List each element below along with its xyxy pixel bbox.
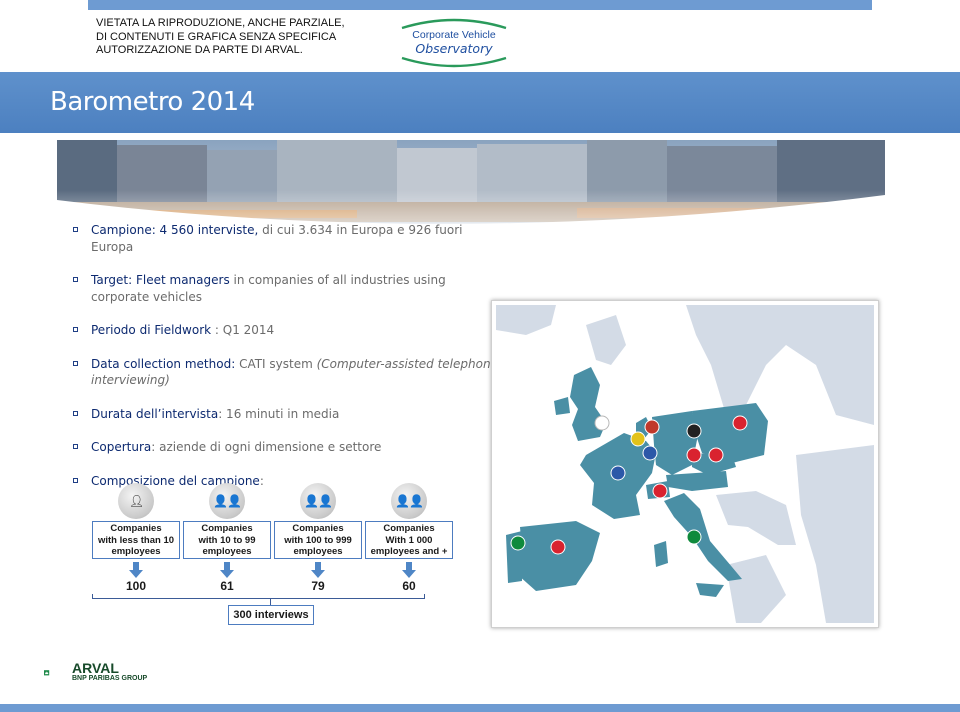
down-arrow-icon xyxy=(402,562,416,578)
slide-title: Barometro 2014 xyxy=(50,87,255,117)
total-interviews-box: 300 interviews xyxy=(228,605,314,625)
europe-map xyxy=(491,300,879,628)
disclaimer-line: AUTORIZZAZIONE DA PARTE DI ARVAL. xyxy=(96,44,303,56)
bullet-text: : Q1 2014 xyxy=(211,323,275,337)
segment-line: Companies xyxy=(383,523,435,534)
bullet-marker-icon xyxy=(73,360,78,366)
bullet-key: Copertura xyxy=(91,440,152,454)
bracket-line xyxy=(424,594,425,599)
bullet-text: : 16 minuti in media xyxy=(218,406,340,421)
copyright-disclaimer: VIETATA LA RIPRODUZIONE, ANCHE PARZIALE,… xyxy=(96,17,376,58)
bullet-method: Data collection method: CATI system (Com… xyxy=(73,356,503,389)
down-arrow-icon xyxy=(129,562,143,578)
segment-box: Companies with 10 to 99 employees xyxy=(183,521,271,559)
segment-line: employees and + xyxy=(370,546,448,557)
bullet-marker-icon xyxy=(73,227,78,232)
down-arrow-icon xyxy=(311,562,325,578)
segment-line: Companies xyxy=(201,523,253,534)
segment-line: With 1 000 xyxy=(385,534,433,546)
two-people-icon: 👤👤 xyxy=(209,483,245,519)
segment-line: Companies xyxy=(292,523,344,534)
bullet-coverage: Copertura: aziende di ogni dimensione e … xyxy=(73,439,503,456)
bullet-key: Target: Fleet managers xyxy=(91,273,230,287)
segment-line: employees xyxy=(293,546,343,557)
slide: VIETATA LA RIPRODUZIONE, ANCHE PARZIALE,… xyxy=(0,0,960,712)
bracket-line xyxy=(92,598,424,599)
bracket-line xyxy=(92,594,93,599)
disclaimer-line: DI CONTENUTI E GRAFICA SENZA SPECIFICA xyxy=(96,30,337,43)
segment-value: 61 xyxy=(220,579,234,593)
europe-map-icon xyxy=(496,305,874,623)
arval-name: ARVAL xyxy=(72,660,119,676)
segment-line: with less than 10 xyxy=(97,534,175,546)
bullet-text: CATI system xyxy=(235,356,317,371)
segment-line: with 100 to 999 xyxy=(284,534,352,546)
segment-value: 79 xyxy=(311,579,325,593)
bullet-list: Campione: 4 560 interviste, di cui 3.634… xyxy=(73,222,503,506)
segment-line: employees xyxy=(111,546,161,557)
segment-box: Companies with 100 to 999 employees xyxy=(274,521,362,559)
bullet-marker-icon xyxy=(73,327,78,332)
bullet-marker-icon xyxy=(73,477,78,483)
bullet-key: Durata dell’intervista xyxy=(91,406,219,421)
bullet-marker-icon xyxy=(73,410,78,416)
segment-value: 60 xyxy=(402,579,416,593)
segment-box: Companies With 1 000 employees and + xyxy=(365,521,453,559)
segment-box: Companies with less than 10 employees xyxy=(92,521,180,559)
bullet-fieldwork: Periodo di Fieldwork : Q1 2014 xyxy=(73,322,503,339)
arval-logo-icon xyxy=(44,670,50,676)
bullet-key: Data collection method: xyxy=(91,356,236,371)
arval-group: BNP PARIBAS GROUP xyxy=(72,675,148,682)
content-panel: Campione: 4 560 interviste, di cui 3.634… xyxy=(57,140,885,635)
down-arrow-icon xyxy=(220,562,234,578)
bullet-sample: Campione: 4 560 interviste, di cui 3.634… xyxy=(73,222,503,255)
bullet-marker-icon xyxy=(73,277,78,282)
segment-value: 100 xyxy=(125,579,147,593)
bullet-text: : xyxy=(259,473,264,488)
bullet-duration: Durata dell’intervista: 16 minuti in med… xyxy=(73,406,503,423)
bullet-target: Target: Fleet managers in companies of a… xyxy=(73,272,503,305)
bullet-key: Periodo di Fieldwork xyxy=(91,323,212,337)
four-people-icon: 👤👤👤👤 xyxy=(391,483,427,544)
bottom-accent-bar xyxy=(0,704,960,712)
disclaimer-line: VIETATA LA RIPRODUZIONE, ANCHE PARZIALE, xyxy=(96,17,345,29)
segment-line: Companies xyxy=(110,523,162,534)
top-accent-bar xyxy=(88,0,872,10)
segment-line: employees xyxy=(202,546,252,557)
segment-line: with 10 to 99 xyxy=(198,534,256,546)
bullet-text: : aziende di ogni dimensione e settore xyxy=(151,440,382,454)
cvo-logo-line1: Corporate Vehicle xyxy=(412,29,496,41)
cvo-logo-icon: Corporate Vehicle Observatory xyxy=(401,18,507,68)
bullet-marker-icon xyxy=(73,444,78,449)
three-people-icon: 👤👤👤 xyxy=(300,483,336,544)
bracket-line xyxy=(270,598,271,605)
bullet-key: Campione: 4 560 interviste, xyxy=(91,223,259,237)
one-person-icon: 👤︎ xyxy=(118,483,154,519)
cvo-logo-line2: Observatory xyxy=(415,41,493,56)
